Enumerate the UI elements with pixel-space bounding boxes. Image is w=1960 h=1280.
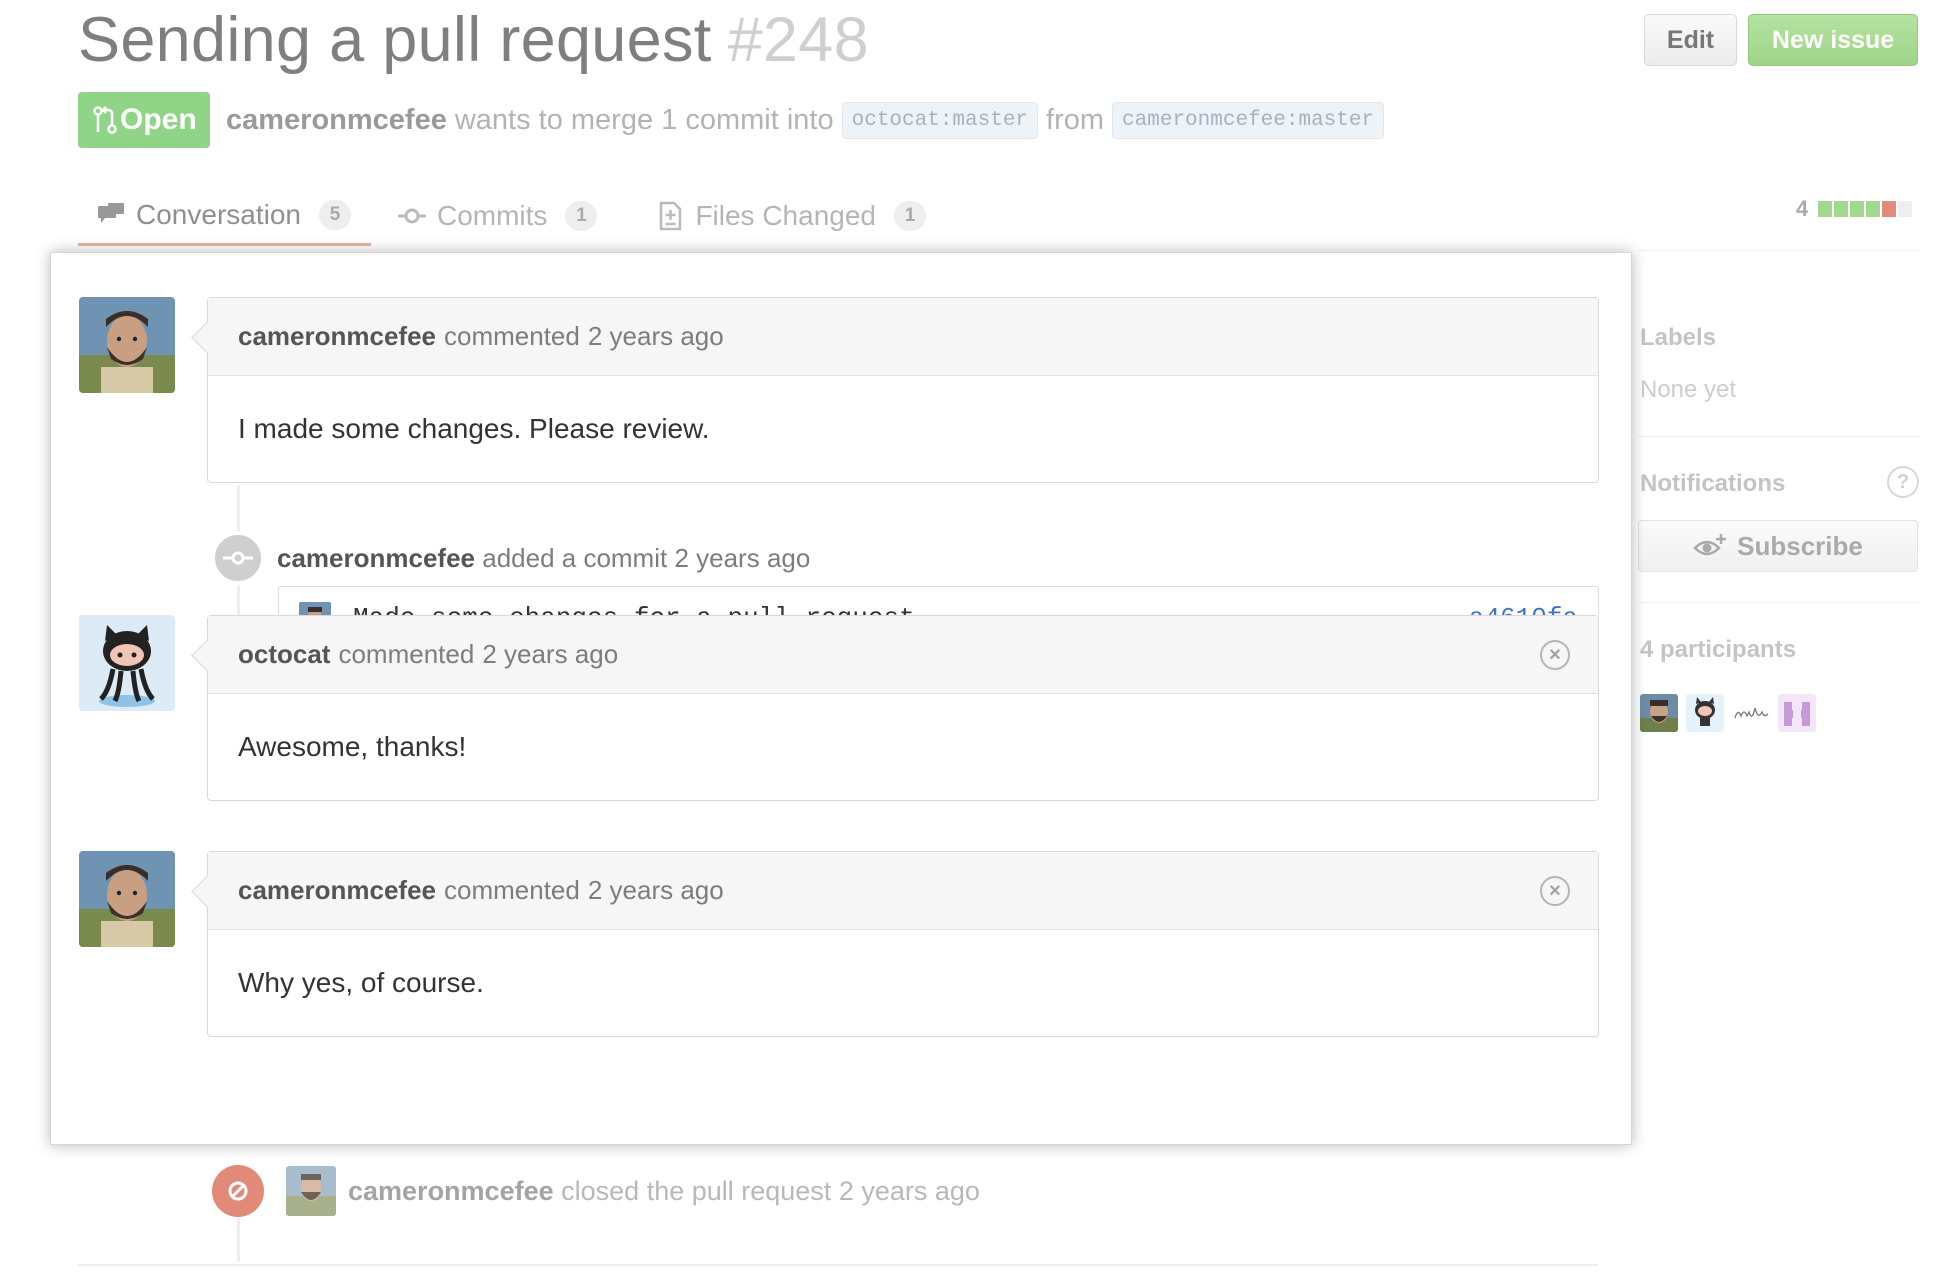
state-label: Open xyxy=(120,103,197,136)
comment-author[interactable]: cameronmcefee xyxy=(238,875,436,906)
base-branch[interactable]: octocat:master xyxy=(841,102,1039,139)
diffstat-bar xyxy=(1818,201,1913,217)
notifications-heading: Notifications xyxy=(1640,470,1786,497)
participants-list xyxy=(1640,694,1816,732)
comment-header: cameronmcefee commented 2 years ago × xyxy=(208,852,1598,930)
octocat-avatar[interactable] xyxy=(79,615,175,711)
cameronmcefee-avatar[interactable] xyxy=(79,297,175,393)
close-icon[interactable]: × xyxy=(1540,640,1570,670)
comment-author[interactable]: octocat xyxy=(238,639,330,670)
diffstat-block xyxy=(1834,201,1849,217)
tab-conversation[interactable]: Conversation 5 xyxy=(78,186,371,246)
participants-heading: 4 participants xyxy=(1640,636,1797,663)
comment: octocat commented 2 years ago × Awesome,… xyxy=(207,615,1599,801)
commit-icon xyxy=(211,531,265,585)
cameronmcefee-avatar[interactable] xyxy=(79,851,175,947)
tab-label: Commits xyxy=(436,200,548,231)
timeline-divider xyxy=(78,1264,1598,1266)
commit-icon xyxy=(397,208,426,224)
pr-tabs: Conversation 5 Commits 1 Files Changed 1 xyxy=(78,186,946,250)
comment-timestamp[interactable]: 2 years ago xyxy=(482,639,618,670)
from-text: from xyxy=(1046,104,1105,136)
labels-heading: Labels xyxy=(1640,324,1717,351)
file-diff-icon xyxy=(660,201,682,231)
tab-counter: 5 xyxy=(318,199,351,230)
cameronmcefee-avatar[interactable] xyxy=(286,1166,336,1216)
event-author[interactable]: cameronmcefee xyxy=(348,1176,554,1206)
conversation-timeline: cameronmcefee commented 2 years ago I ma… xyxy=(50,252,1632,1145)
circle-slash-icon xyxy=(212,1165,264,1217)
tab-files-changed[interactable]: Files Changed 1 xyxy=(637,186,946,246)
participant-avatar[interactable] xyxy=(1732,694,1770,732)
state-badge: Open xyxy=(78,92,210,148)
comment-body: Awesome, thanks! xyxy=(238,731,467,762)
tab-commits[interactable]: Commits 1 xyxy=(379,186,617,246)
edit-button[interactable]: Edit xyxy=(1644,14,1737,66)
commit-event: cameronmcefee added a commit 2 years ago xyxy=(211,531,810,585)
diffstat-block xyxy=(1882,201,1897,217)
comment: cameronmcefee commented 2 years ago I ma… xyxy=(207,297,1599,483)
comment-body: I made some changes. Please review. xyxy=(238,413,710,444)
sidebar-divider xyxy=(1638,250,1920,251)
event-action: closed the pull request xyxy=(561,1175,832,1206)
pr-title: Sending a pull request xyxy=(78,5,712,75)
comment-header: cameronmcefee commented 2 years ago xyxy=(208,298,1598,376)
diffstat-block xyxy=(1850,201,1865,217)
comment-action: commented xyxy=(444,321,580,351)
conversation-icon xyxy=(98,202,124,223)
event-author[interactable]: cameronmcefee xyxy=(277,543,475,573)
eye-icon xyxy=(1693,534,1727,556)
participant-avatar[interactable] xyxy=(1686,694,1724,732)
participant-avatar[interactable] xyxy=(1640,694,1678,732)
event-action: added a commit xyxy=(482,542,668,573)
tab-counter: 1 xyxy=(894,201,926,231)
comment-action: commented xyxy=(444,875,580,905)
comment: cameronmcefee commented 2 years ago × Wh… xyxy=(207,851,1599,1037)
comment-timestamp[interactable]: 2 years ago xyxy=(588,321,724,352)
head-branch[interactable]: cameronmcefee:master xyxy=(1112,102,1385,139)
sidebar-divider xyxy=(1638,436,1920,437)
comment-timestamp[interactable]: 2 years ago xyxy=(588,875,724,906)
diffstat-block xyxy=(1898,201,1913,217)
closed-event: cameronmcefee closed the pull request 2 … xyxy=(212,1165,980,1217)
pr-number: #248 xyxy=(727,5,869,75)
labels-value: None yet xyxy=(1640,376,1737,403)
close-icon[interactable]: × xyxy=(1540,876,1570,906)
pull-request-icon xyxy=(93,106,117,134)
subscribe-label: Subscribe xyxy=(1737,530,1863,561)
tab-label: Conversation xyxy=(136,198,301,230)
timeline-connector xyxy=(237,1218,240,1262)
pr-meta: cameronmcefee wants to merge 1 commit in… xyxy=(226,102,1385,139)
diffstat-block xyxy=(1866,201,1881,217)
merge-text: wants to merge 1 commit into xyxy=(454,104,834,136)
comment-body: Why yes, of course. xyxy=(238,967,484,998)
event-timestamp[interactable]: 2 years ago xyxy=(674,543,810,573)
diffstat: 4 xyxy=(1796,196,1913,222)
new-issue-button[interactable]: New issue xyxy=(1748,14,1918,66)
page-title: Sending a pull request #248 xyxy=(78,4,869,76)
comment-header: octocat commented 2 years ago × xyxy=(208,616,1598,694)
diffstat-block xyxy=(1818,201,1833,217)
diffstat-count: 4 xyxy=(1796,196,1809,221)
comment-action: commented xyxy=(338,639,475,669)
sidebar-divider xyxy=(1638,602,1920,603)
participant-avatar[interactable] xyxy=(1778,694,1816,732)
comment-author[interactable]: cameronmcefee xyxy=(238,321,436,352)
event-timestamp[interactable]: 2 years ago xyxy=(839,1176,980,1206)
help-icon[interactable]: ? xyxy=(1887,466,1919,498)
tab-label: Files Changed xyxy=(695,200,876,231)
tab-counter: 1 xyxy=(565,201,598,231)
subscribe-button[interactable]: Subscribe xyxy=(1638,520,1918,572)
pr-author-link[interactable]: cameronmcefee xyxy=(226,104,447,137)
